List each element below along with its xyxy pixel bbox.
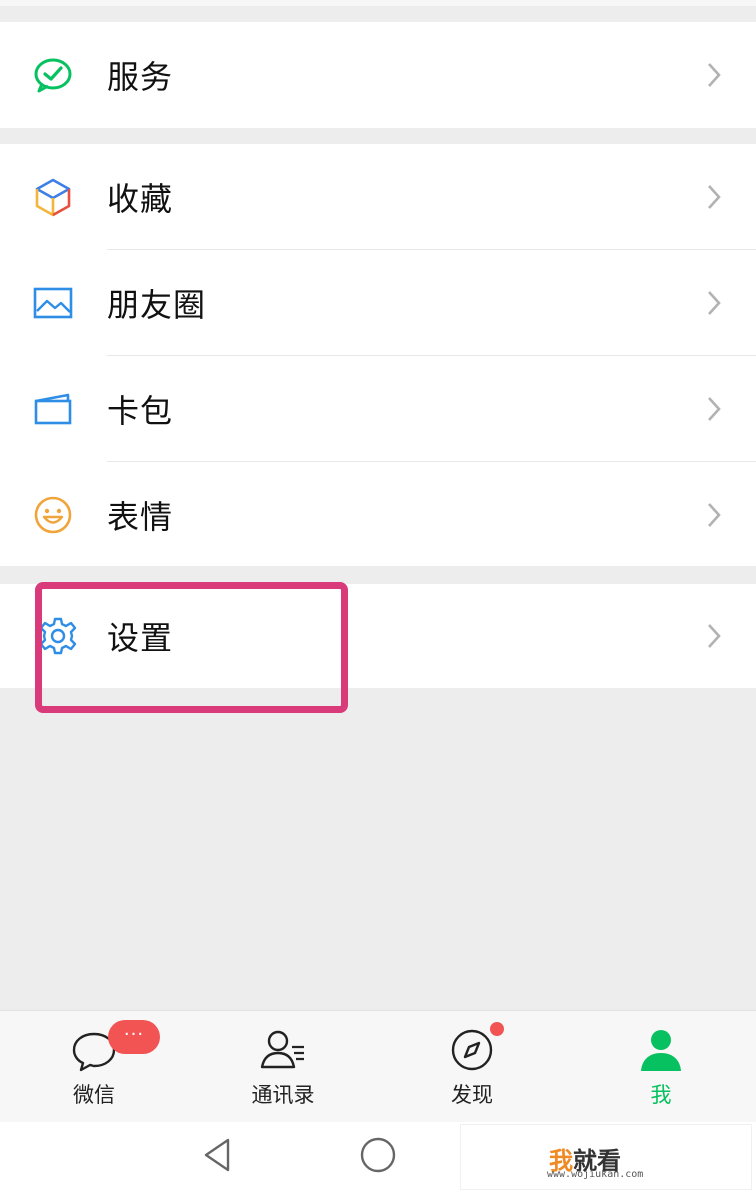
cube-icon: [33, 177, 73, 217]
menu-label-favorites: 收藏: [107, 180, 174, 218]
menu-row-services[interactable]: 服务: [0, 22, 756, 128]
menu-row-stickers[interactable]: 表情: [0, 462, 756, 568]
menu-label-services: 服务: [107, 58, 174, 96]
chevron-right-icon: [708, 185, 721, 209]
back-icon[interactable]: [200, 1136, 234, 1174]
top-strip: [0, 0, 756, 6]
menu-row-cards[interactable]: 卡包: [0, 356, 756, 462]
wechat-pay-icon: [33, 55, 73, 95]
menu-row-moments[interactable]: 朋友圈: [0, 250, 756, 356]
tab-label-me: 我: [650, 1083, 672, 1107]
features-group: 收藏 朋友圈 卡包 表情: [0, 144, 756, 566]
chevron-right-icon: [708, 63, 721, 87]
tab-me[interactable]: 我: [601, 1011, 721, 1123]
unread-badge: ···: [108, 1020, 160, 1054]
person-filled-icon: [641, 1030, 681, 1071]
picture-icon: [33, 283, 73, 323]
watermark-logo: 我就看 www.wojiukan.com: [460, 1124, 752, 1190]
tab-label-chats: 微信: [73, 1083, 115, 1107]
menu-row-favorites[interactable]: 收藏: [0, 144, 756, 250]
contacts-icon: [260, 1030, 304, 1069]
compass-icon: [451, 1029, 493, 1071]
menu-label-stickers: 表情: [107, 498, 174, 536]
settings-highlight-box: [35, 582, 348, 713]
chevron-right-icon: [708, 503, 721, 527]
chevron-right-icon: [708, 291, 721, 315]
menu-label-moments: 朋友圈: [107, 286, 207, 324]
smiley-icon: [33, 495, 73, 535]
home-icon[interactable]: [359, 1136, 397, 1174]
menu-label-cards: 卡包: [107, 392, 174, 430]
card-wallet-icon: [33, 389, 73, 429]
chevron-right-icon: [708, 624, 721, 648]
tab-contacts[interactable]: 通讯录: [223, 1011, 343, 1123]
discover-red-dot: [490, 1022, 504, 1036]
watermark-url: www.wojiukan.com: [547, 1169, 644, 1180]
chevron-right-icon: [708, 397, 721, 421]
tab-label-contacts: 通讯录: [251, 1083, 315, 1107]
tab-discover[interactable]: 发现: [412, 1011, 532, 1123]
tab-label-discover: 发现: [451, 1083, 493, 1107]
services-group: 服务: [0, 22, 756, 128]
